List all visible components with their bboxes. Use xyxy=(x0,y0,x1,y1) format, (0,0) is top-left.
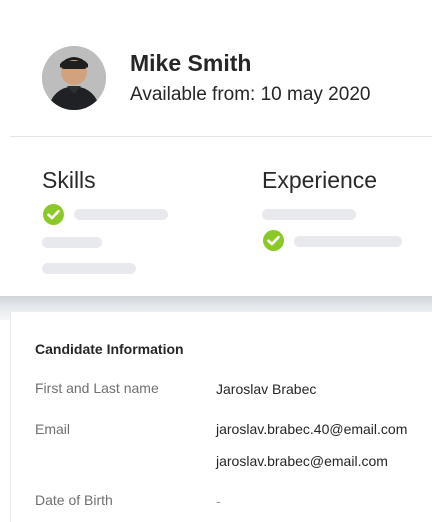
field-value-name: Jaroslav Brabec xyxy=(216,381,317,397)
skill-placeholder-bar xyxy=(42,237,102,248)
skill-placeholder-bar xyxy=(42,263,136,274)
candidate-page: Mike Smith Available from: 10 may 2020 S… xyxy=(0,0,432,522)
profile-header: Mike Smith Available from: 10 may 2020 xyxy=(10,0,432,136)
availability-date: Available from: 10 may 2020 xyxy=(130,84,371,105)
field-value-date-of-birth: - xyxy=(216,493,221,509)
skills-title: Skills xyxy=(42,167,96,193)
experience-placeholder-bar xyxy=(262,209,356,220)
candidate-info-title: Candidate Information xyxy=(35,341,184,357)
field-label-date-of-birth: Date of Birth xyxy=(35,492,113,508)
skill-placeholder-bar xyxy=(74,209,168,220)
candidate-info-card: Candidate Information First and Last nam… xyxy=(10,312,432,522)
field-value-email-secondary[interactable]: jaroslav.brabec@email.com xyxy=(216,453,388,469)
candidate-name: Mike Smith xyxy=(130,50,252,76)
check-circle-icon xyxy=(43,204,64,225)
avatar-photo xyxy=(42,46,106,110)
avatar xyxy=(42,46,106,110)
field-label-email: Email xyxy=(35,421,71,437)
field-label-name: First and Last name xyxy=(35,380,159,396)
experience-placeholder-bar xyxy=(294,236,402,247)
field-value-email-primary[interactable]: jaroslav.brabec.40@email.com xyxy=(216,421,407,437)
header-divider xyxy=(10,136,432,137)
experience-title: Experience xyxy=(262,167,378,193)
check-circle-icon xyxy=(263,230,284,251)
